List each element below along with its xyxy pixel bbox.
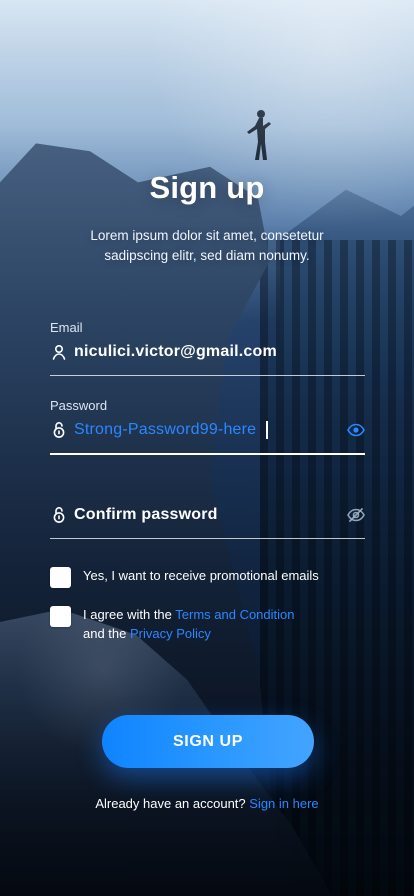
email-input-row[interactable]: niculici.victor@gmail.com [50,335,365,369]
password-input-row[interactable]: Strong-Password99-here [50,413,365,447]
terms-checkbox-row[interactable]: I agree with the Terms and Condition and… [50,605,380,643]
eye-icon-svg [347,423,365,437]
terms-middle: and the [83,626,130,641]
password-label: Password [50,398,108,413]
promo-emails-checkbox-row[interactable]: Yes, I want to receive promotional email… [50,566,380,588]
eye-off-icon[interactable] [347,506,365,524]
page-title: Sign up [149,170,265,205]
promo-emails-checkbox[interactable] [50,567,71,588]
password-underline [50,453,365,455]
confirm-password-input[interactable]: Confirm password [74,506,218,524]
email-input[interactable]: niculici.victor@gmail.com [74,343,277,361]
user-icon-svg [52,344,66,360]
terms-checkbox[interactable] [50,606,71,627]
signin-prompt-text: Already have an account? [95,796,250,811]
password-input[interactable]: Strong-Password99-here [74,421,256,439]
signup-screen: Sign up Lorem ipsum dolor sit amet, cons… [0,0,414,896]
terms-link[interactable]: Terms and Condition [175,607,294,622]
confirm-password-input-row[interactable]: Confirm password [50,498,365,532]
signup-button[interactable]: SIGN UP [102,715,314,768]
lock-icon-svg [53,421,65,438]
eye-icon[interactable] [347,421,365,439]
promo-emails-label: Yes, I want to receive promotional email… [83,568,319,583]
terms-prefix: I agree with the [83,607,176,622]
user-icon [50,343,68,361]
lock-icon-svg [53,506,65,523]
email-underline [50,375,365,376]
confirm-password-field[interactable]: Confirm password [50,498,365,539]
privacy-policy-link[interactable]: Privacy Policy [130,626,211,641]
password-field[interactable]: Password Strong-Password99-here [50,398,365,455]
lock-icon [50,506,68,524]
eye-off-icon-svg [347,508,365,522]
email-label: Email [50,320,83,335]
lock-icon [50,421,68,439]
email-field[interactable]: Email niculici.victor@gmail.com [50,320,365,376]
text-caret [266,421,269,439]
page-subtitle: Lorem ipsum dolor sit amet, consetetur s… [90,228,324,263]
signin-prompt: Already have an account? Sign in here [0,796,414,811]
confirm-password-underline [50,538,365,539]
terms-label: I agree with the Terms and Condition and… [83,605,295,643]
signin-link[interactable]: Sign in here [249,796,318,811]
